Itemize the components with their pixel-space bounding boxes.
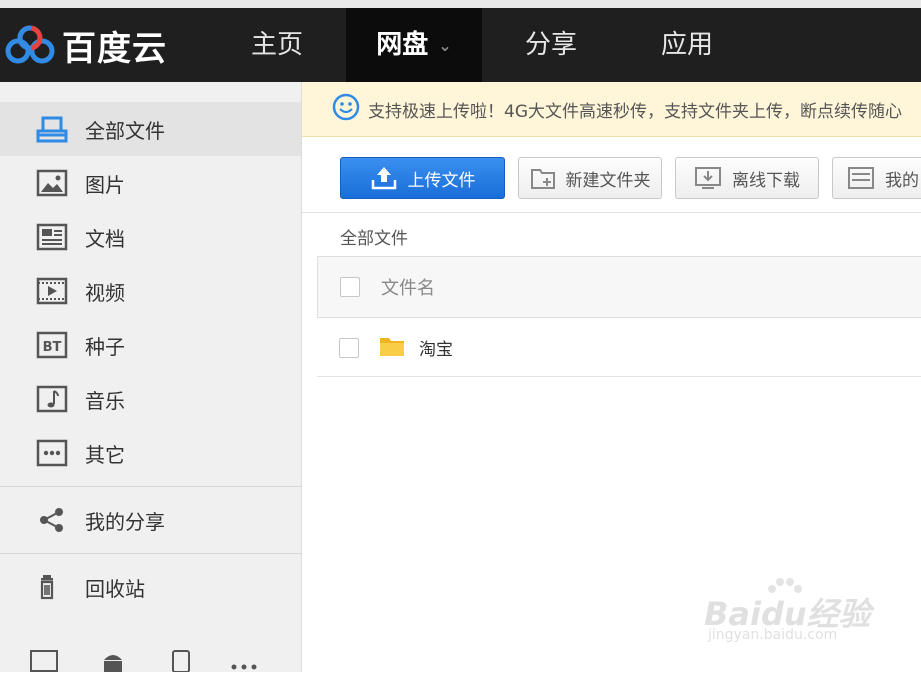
baidu-cloud-logo[interactable]: 百度云 — [4, 22, 167, 69]
sidebar-divider — [0, 486, 301, 487]
sidebar-item-label: 种子 — [85, 334, 125, 359]
toolbar: 上传文件 新建文件夹 离线下载 我的 — [302, 137, 921, 213]
baidu-cloud-logo-icon — [5, 25, 55, 64]
new-folder-button[interactable]: 新建文件夹 — [518, 157, 662, 199]
music-icon — [36, 383, 68, 415]
logo-text: 百度云 — [62, 28, 167, 69]
upload-file-button[interactable]: 上传文件 — [340, 157, 505, 199]
watermark-subtext: jingyan.baidu.com — [708, 627, 838, 643]
phone-icon[interactable] — [172, 650, 190, 676]
upload-icon — [370, 165, 398, 191]
sidebar-item-label: 文档 — [85, 226, 125, 251]
notice-banner: 支持极速上传啦！4G大文件高速秒传，支持文件夹上传，断点续传随心 — [302, 82, 921, 137]
nav-home[interactable]: 主页 — [208, 8, 346, 82]
offline-download-label: 离线下载 — [732, 170, 800, 191]
picture-icon — [36, 167, 68, 199]
new-folder-label: 新建文件夹 — [565, 170, 651, 191]
device-links — [0, 642, 302, 675]
sidebar-item-label: 音乐 — [85, 388, 125, 413]
window-top-strip — [0, 0, 921, 8]
chevron-down-icon[interactable]: ⌄ — [438, 9, 451, 83]
offline-download-button[interactable]: 离线下载 — [675, 157, 819, 199]
document-icon — [36, 221, 68, 253]
table-row[interactable]: 淘宝 — [317, 319, 921, 377]
sidebar-item-label: 全部文件 — [85, 118, 165, 143]
nav-netdisk[interactable]: 网盘 ⌄ — [346, 8, 482, 82]
baidu-jingyan-watermark: Baidu经验 jingyan.baidu.com — [704, 575, 874, 655]
video-icon — [36, 275, 68, 307]
file-list-header: 文件名 — [317, 256, 921, 318]
sidebar-item-label: 回收站 — [85, 576, 145, 601]
new-folder-icon — [530, 166, 556, 190]
sidebar-item-all-files[interactable]: 全部文件 — [0, 102, 301, 156]
device-icon — [847, 166, 875, 190]
pc-client-icon[interactable] — [30, 650, 58, 676]
file-name[interactable]: 淘宝 — [419, 335, 453, 360]
folder-icon — [379, 335, 405, 361]
nav-share[interactable]: 分享 — [482, 8, 620, 82]
notice-text: 支持极速上传啦！4G大文件高速秒传，支持文件夹上传，断点续传随心 — [368, 101, 902, 122]
sidebar-item-label: 图片 — [85, 172, 125, 197]
sidebar-item-my-share[interactable]: 我的分享 — [0, 493, 301, 547]
trash-icon — [36, 571, 68, 603]
breadcrumb: 全部文件 — [340, 229, 408, 249]
sidebar-item-other[interactable]: 其它 — [0, 426, 301, 480]
bt-icon: BT — [36, 329, 68, 361]
all-files-icon — [36, 113, 68, 145]
smile-icon — [332, 93, 360, 126]
row-checkbox[interactable] — [339, 337, 359, 358]
offline-download-icon — [694, 166, 722, 190]
sidebar-item-documents[interactable]: 文档 — [0, 210, 301, 264]
more-icon[interactable] — [230, 656, 258, 675]
sidebar: 全部文件 图片 文档 视频 BT 种子 音乐 其它 我的分享 回收站 — [0, 82, 302, 675]
sidebar-item-label: 其它 — [85, 442, 125, 467]
sidebar-item-label: 视频 — [85, 280, 125, 305]
nav-apps[interactable]: 应用 — [620, 8, 754, 82]
sidebar-item-music[interactable]: 音乐 — [0, 372, 301, 426]
sidebar-item-pictures[interactable]: 图片 — [0, 156, 301, 210]
my-device-button[interactable]: 我的 — [832, 157, 921, 199]
my-device-label: 我的 — [885, 170, 919, 191]
column-filename[interactable]: 文件名 — [381, 274, 435, 300]
sidebar-item-torrents[interactable]: BT 种子 — [0, 318, 301, 372]
sidebar-item-recycle-bin[interactable]: 回收站 — [0, 560, 301, 614]
other-icon — [36, 437, 68, 469]
share-icon — [36, 504, 68, 536]
svg-text:BT: BT — [43, 340, 62, 355]
upload-file-label: 上传文件 — [407, 170, 476, 191]
sidebar-divider — [0, 553, 301, 554]
android-icon[interactable] — [100, 650, 126, 676]
top-nav-bar: 百度云 主页 网盘 ⌄ 分享 应用 — [0, 8, 921, 82]
sidebar-item-label: 我的分享 — [85, 509, 165, 534]
nav-netdisk-label: 网盘 — [376, 30, 429, 60]
sidebar-item-videos[interactable]: 视频 — [0, 264, 301, 318]
select-all-checkbox[interactable] — [340, 277, 360, 297]
